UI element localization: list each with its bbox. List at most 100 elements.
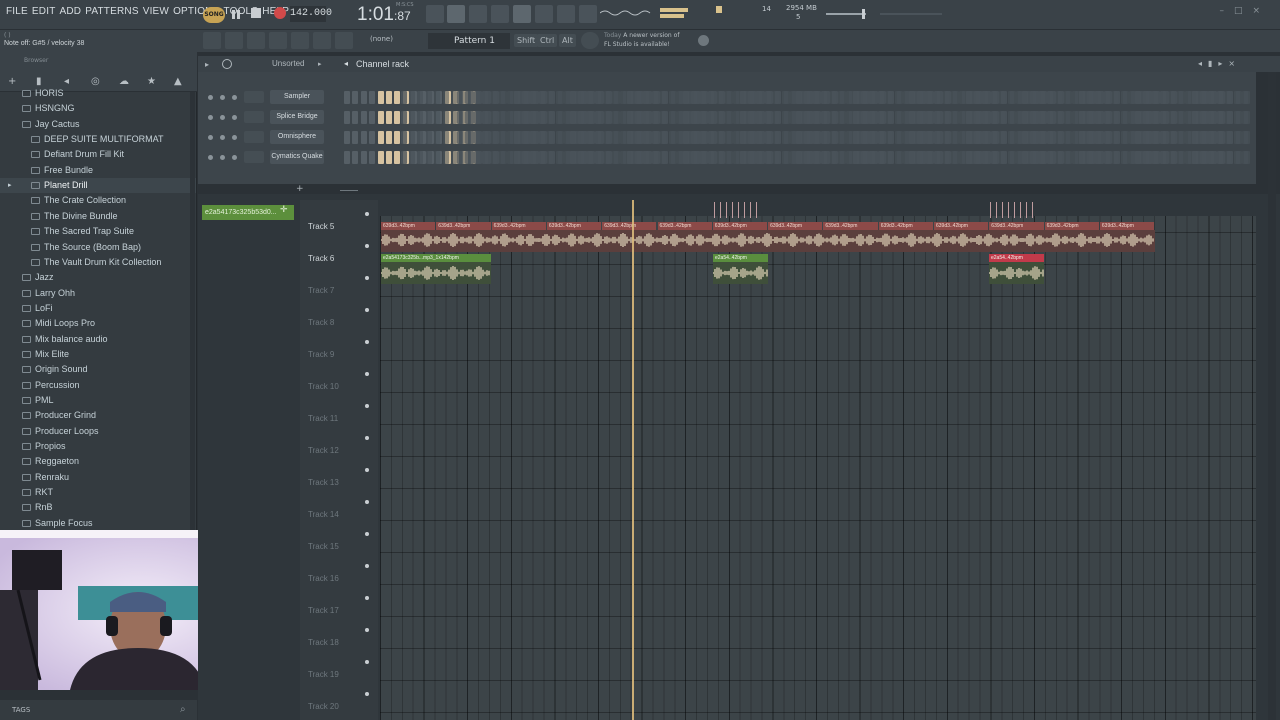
step-button[interactable] — [450, 131, 457, 144]
step-button[interactable] — [894, 131, 901, 144]
step-button[interactable] — [796, 151, 802, 164]
step-button[interactable] — [852, 131, 859, 144]
step-button[interactable] — [1233, 151, 1240, 164]
audio-clip-header[interactable]: 639d3..42bpm — [381, 222, 436, 230]
step-button[interactable] — [417, 131, 424, 144]
step-button[interactable] — [634, 111, 641, 124]
step-button[interactable] — [507, 91, 514, 104]
step-button[interactable] — [982, 131, 989, 144]
loop-record-icon[interactable] — [557, 5, 575, 23]
tempo-display[interactable]: 142.000 — [290, 6, 332, 22]
step-button[interactable] — [934, 131, 941, 144]
step-button[interactable] — [1064, 151, 1070, 164]
step-button[interactable] — [1120, 111, 1127, 124]
channel-led-icon[interactable] — [232, 135, 237, 140]
playlist-timeline[interactable] — [380, 200, 1256, 216]
step-button[interactable] — [482, 111, 489, 124]
step-button[interactable] — [1103, 111, 1110, 124]
snap-selector[interactable]: (none) — [370, 35, 393, 43]
step-button[interactable] — [1078, 111, 1085, 124]
step-button[interactable] — [651, 111, 658, 124]
step-button[interactable] — [725, 151, 731, 164]
track-label[interactable]: Track 12 — [308, 446, 339, 455]
step-button[interactable] — [450, 151, 457, 164]
step-button[interactable] — [1095, 111, 1102, 124]
step-button[interactable] — [547, 131, 554, 144]
expand-arrow-icon[interactable]: ▸ — [8, 178, 12, 193]
tags-label[interactable]: TAGS — [12, 706, 30, 714]
step-button[interactable] — [417, 91, 424, 104]
add-channel-icon[interactable]: + — [296, 184, 304, 194]
step-button[interactable] — [408, 131, 415, 144]
step-button[interactable] — [869, 151, 876, 164]
step-button[interactable] — [570, 111, 576, 124]
step-button[interactable] — [465, 151, 472, 164]
step-button[interactable] — [1030, 91, 1037, 104]
step-button[interactable] — [716, 111, 723, 124]
step-button[interactable] — [660, 91, 667, 104]
browser-folder[interactable]: The Crate Collection — [0, 193, 196, 208]
track-mute-icon[interactable] — [365, 692, 369, 696]
step-button[interactable] — [450, 111, 457, 124]
step-button[interactable] — [999, 151, 1006, 164]
step-button[interactable] — [846, 91, 853, 104]
step-button[interactable] — [1007, 151, 1014, 164]
window-controls[interactable]: –□× — [1219, 6, 1270, 16]
step-button[interactable] — [465, 131, 472, 144]
step-button[interactable] — [877, 111, 884, 124]
step-button[interactable] — [860, 111, 867, 124]
step-button[interactable] — [846, 131, 853, 144]
step-button[interactable] — [442, 91, 449, 104]
marker-cluster[interactable] — [990, 202, 1038, 218]
step-button[interactable] — [959, 91, 966, 104]
step-button[interactable] — [507, 131, 514, 144]
audio-clip-header[interactable]: e2a54173c325b...mp3_1x142bpm — [381, 254, 491, 262]
step-button[interactable] — [507, 111, 514, 124]
track-label[interactable]: Track 13 — [308, 478, 339, 487]
step-button[interactable] — [1128, 111, 1135, 124]
track-mute-icon[interactable] — [365, 436, 369, 440]
step-button[interactable] — [796, 111, 802, 124]
step-button[interactable] — [708, 131, 715, 144]
step-button[interactable] — [465, 111, 472, 124]
mixer-track-selector[interactable] — [244, 91, 264, 103]
step-button[interactable] — [1007, 91, 1014, 104]
step-button[interactable] — [612, 131, 618, 144]
channel-led-icon[interactable] — [208, 95, 213, 100]
step-button[interactable] — [400, 131, 407, 144]
step-button[interactable] — [1160, 131, 1167, 144]
browser-folder[interactable]: Jay Cactus — [0, 117, 196, 132]
step-button[interactable] — [942, 151, 949, 164]
browser-folder[interactable]: Mix Elite — [0, 347, 196, 362]
step-button[interactable] — [634, 91, 641, 104]
step-button[interactable] — [425, 91, 432, 104]
step-button[interactable] — [733, 131, 740, 144]
step-button[interactable] — [902, 131, 909, 144]
step-button[interactable] — [1095, 151, 1102, 164]
audio-clip-header[interactable]: 639d3..42bpm — [436, 222, 491, 230]
step-button[interactable] — [829, 111, 836, 124]
track-mute-icon[interactable] — [365, 212, 369, 216]
step-button[interactable] — [507, 151, 514, 164]
step-button[interactable] — [1055, 91, 1062, 104]
step-button[interactable] — [691, 151, 698, 164]
channel-rack-icon[interactable] — [247, 32, 265, 49]
step-button[interactable] — [725, 111, 731, 124]
browser-folder[interactable]: HSNGNG — [0, 101, 196, 116]
step-button[interactable] — [400, 151, 407, 164]
browser-folder[interactable]: Mix balance audio — [0, 332, 196, 347]
step-button[interactable] — [683, 91, 689, 104]
mixer-track-selector[interactable] — [244, 151, 264, 163]
step-button[interactable] — [821, 91, 828, 104]
step-button[interactable] — [1128, 91, 1135, 104]
record-button[interactable] — [274, 7, 286, 19]
step-button[interactable] — [676, 91, 683, 104]
step-button[interactable] — [1225, 91, 1232, 104]
step-button[interactable] — [1233, 91, 1240, 104]
browser-folder[interactable]: The Divine Bundle — [0, 209, 196, 224]
step-button[interactable] — [442, 111, 449, 124]
track-label[interactable]: Track 19 — [308, 670, 339, 679]
step-button[interactable] — [626, 91, 633, 104]
step-button[interactable] — [942, 91, 949, 104]
step-button[interactable] — [860, 91, 867, 104]
